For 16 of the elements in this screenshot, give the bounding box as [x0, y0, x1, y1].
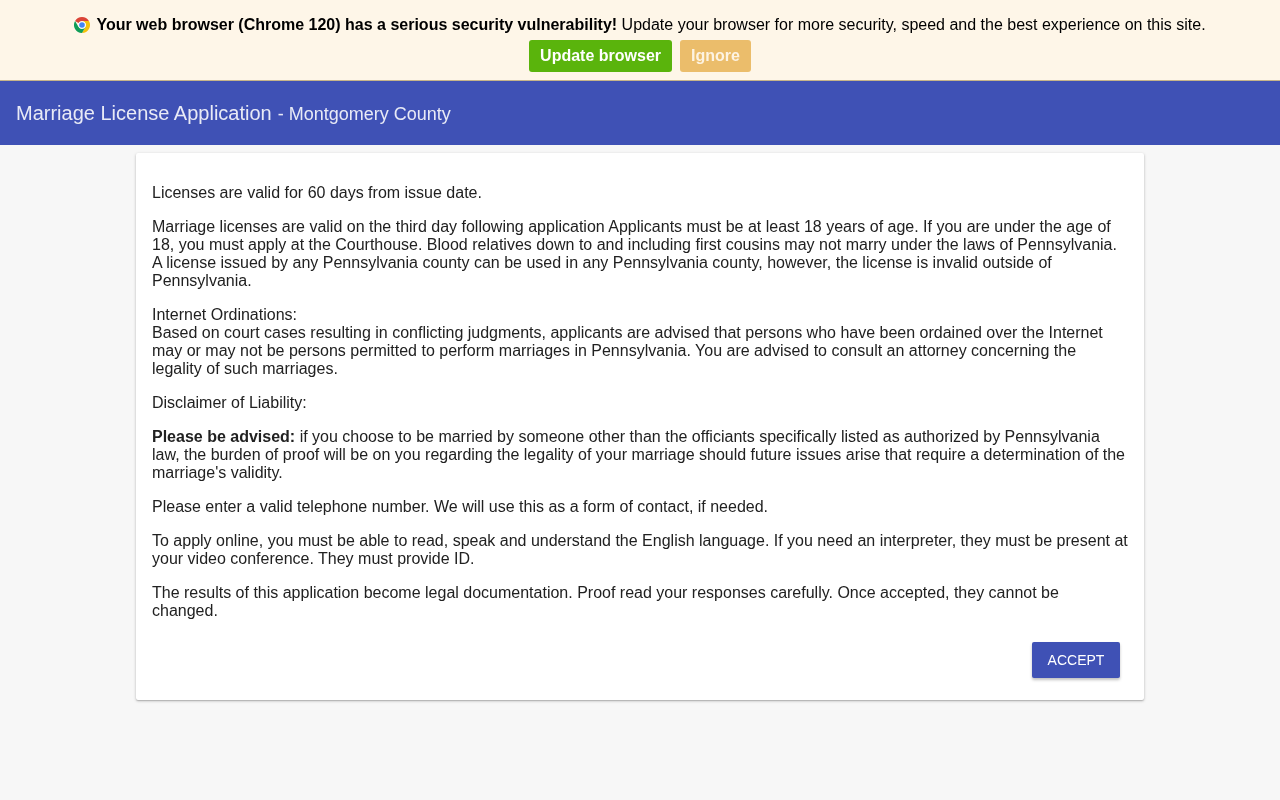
- notice-paragraph: Licenses are valid for 60 days from issue date.: [152, 184, 483, 202]
- page-title: Marriage License Application: [16, 101, 272, 125]
- update-browser-button[interactable]: Update browser: [529, 40, 672, 72]
- notice-paragraph: Based on court cases resulting in conflicting judgments, applicants are advised that persons who have been ordained over the Internet may or may not be persons permitted to perform marriages in Pennsylvania. You are advised to consult an attorney concerning the legality of such marriages.: [152, 324, 1104, 378]
- notice-paragraph: Please be advised: if you choose to be married by someone other than the officiants specifically listed as authorized by Pennsylvania law, the burden of proof will be on you regarding the legality of your marriage should future issues arise that require a determination of the marriage's validity.: [152, 428, 1126, 482]
- notice-paragraph: To apply online, you must be able to read, speak and understand the English language. If you need an interpreter, they must be present at your video conference. They must provide ID.: [152, 532, 1128, 568]
- notice-paragraph: The results of this application become legal documentation. Proof read your responses carefully. Once accepted, they cannot be changed.: [152, 584, 1060, 620]
- accept-button[interactable]: ACCEPT: [1032, 642, 1120, 678]
- county-subtitle: - Montgomery County: [277, 103, 451, 125]
- browser-logo-icon: [74, 17, 91, 33]
- notice-paragraph: Please enter a valid telephone number. We will use this as a form of contact, if needed.: [152, 498, 770, 516]
- notice-paragraph: Marriage licenses are valid on the third day following application Applicants must be at least 18 years of age. If you are under the age of 18, you must apply at the Courthouse. Blood relatives down to and including first cousins may not marry under the laws of Pennsylvania. A license issued by any Pennsylvania county can be used in any Pennsylvania county, however, the license is invalid outside of Pennsylvania.: [152, 218, 1118, 290]
- notice-paragraph: Disclaimer of Liability:: [152, 394, 308, 412]
- security-warning-text: Your web browser (Chrome 120) has a serious security vulnerability! Update your browser for more security, speed and the best experience on this site.: [96, 16, 1206, 34]
- section-heading: Internet Ordinations:: [152, 306, 298, 324]
- ignore-button[interactable]: Ignore: [680, 40, 751, 72]
